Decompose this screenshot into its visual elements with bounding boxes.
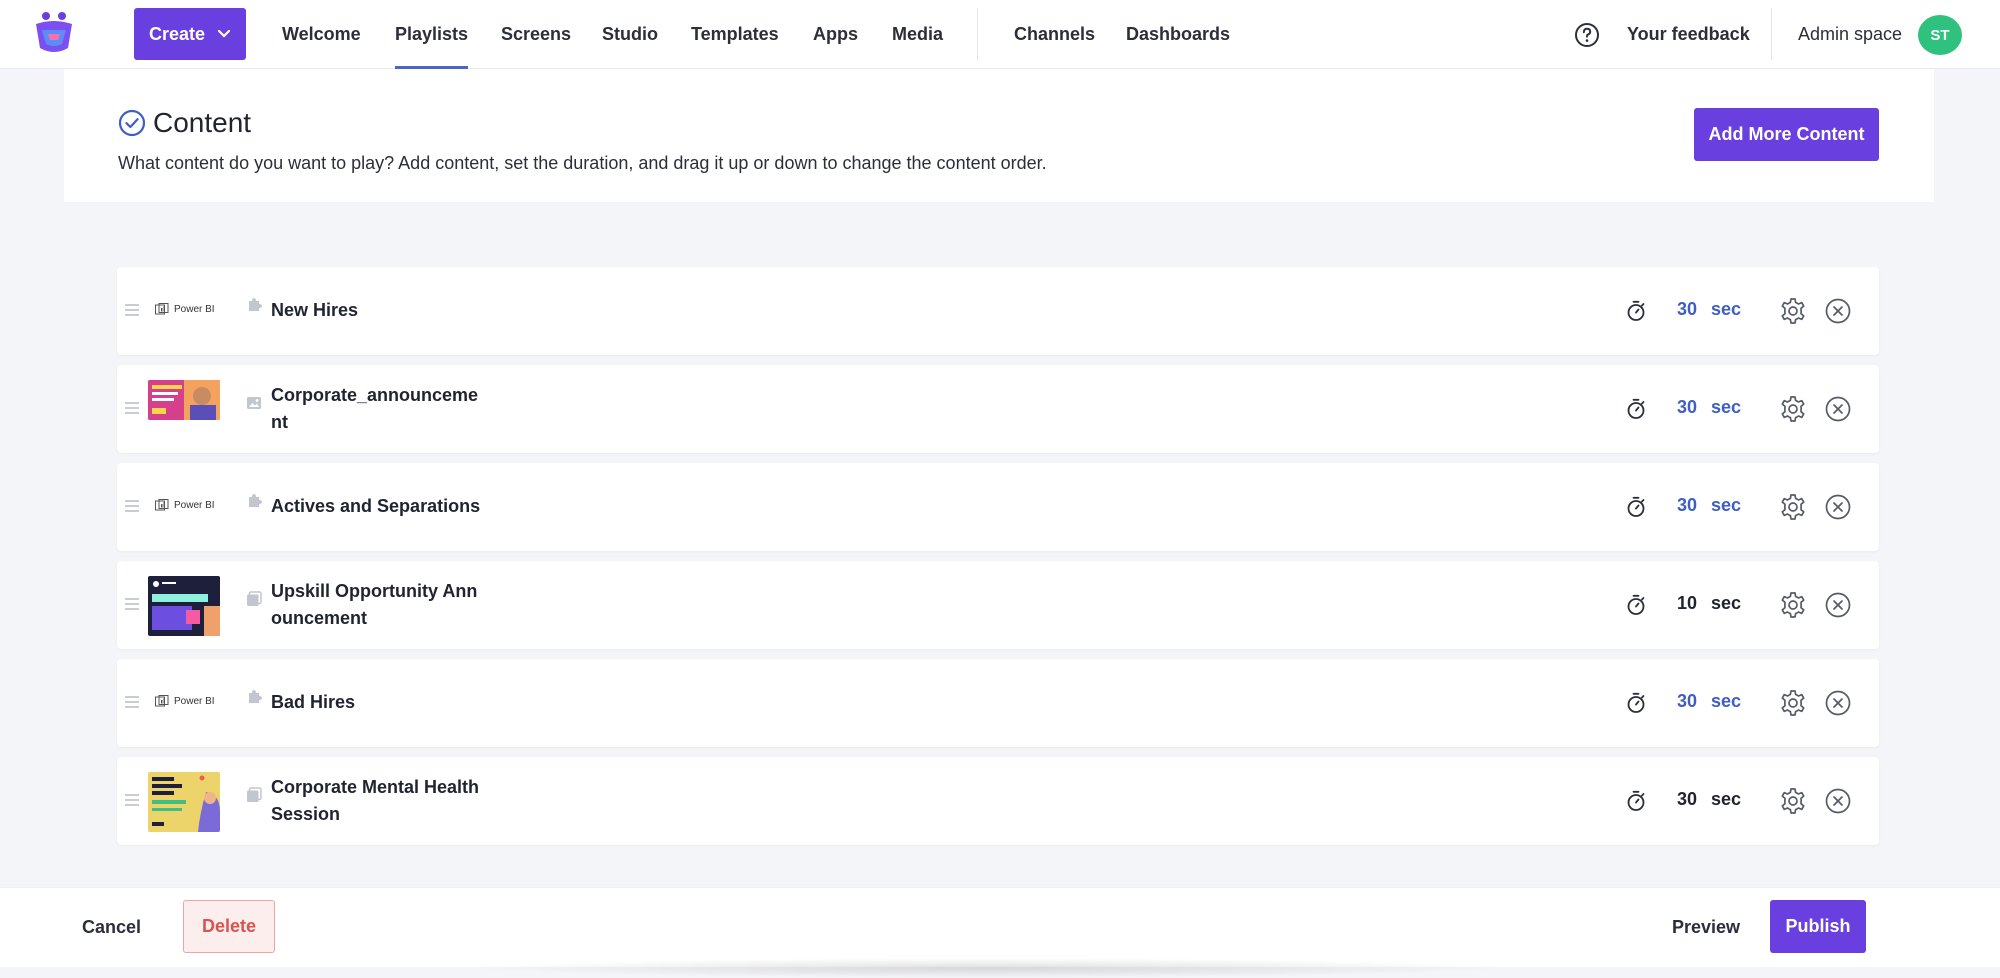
gear-icon[interactable] bbox=[1779, 493, 1807, 521]
drag-handle-icon[interactable] bbox=[125, 304, 139, 316]
nav-templates[interactable]: Templates bbox=[691, 0, 779, 69]
timer-icon bbox=[1627, 496, 1645, 517]
section-title: Content bbox=[153, 107, 252, 138]
section-description: What content do you want to play? Add co… bbox=[118, 153, 1047, 173]
cancel-button[interactable]: Cancel bbox=[82, 917, 141, 938]
duration-unit[interactable]: sec bbox=[1711, 299, 1741, 320]
timer-icon bbox=[1627, 594, 1645, 615]
content-row[interactable]: Power BI New Hires 30 sec bbox=[117, 267, 1879, 355]
preview-button[interactable]: Preview bbox=[1672, 917, 1740, 938]
timer-icon bbox=[1627, 398, 1645, 419]
chevron-down-icon bbox=[217, 29, 231, 38]
top-navigation: Create Welcome Playlists Screens Studio … bbox=[0, 0, 2000, 69]
app-logo-icon[interactable] bbox=[32, 10, 76, 56]
item-title[interactable]: Actives and Separations bbox=[271, 493, 551, 520]
thumbnail-label: Power BI bbox=[174, 499, 215, 511]
duration-value[interactable]: 30 bbox=[1677, 789, 1697, 810]
remove-circle-icon[interactable] bbox=[1825, 494, 1851, 520]
content-row[interactable]: Power BI Bad Hires 30 sec bbox=[117, 659, 1879, 747]
gear-icon[interactable] bbox=[1779, 395, 1807, 423]
puzzle-icon bbox=[249, 494, 262, 507]
powerbi-icon bbox=[155, 499, 169, 511]
powerbi-thumbnail: Power BI bbox=[155, 499, 215, 511]
image-icon bbox=[247, 397, 261, 409]
remove-circle-icon[interactable] bbox=[1825, 592, 1851, 618]
create-label: Create bbox=[148, 23, 206, 44]
timer-icon bbox=[1627, 790, 1645, 811]
duration-value[interactable]: 30 bbox=[1677, 299, 1697, 320]
thumbnail-label: Power BI bbox=[174, 303, 215, 315]
item-title[interactable]: Corporate_announcement bbox=[271, 382, 481, 436]
nav-apps[interactable]: Apps bbox=[813, 0, 858, 69]
duration-unit[interactable]: sec bbox=[1711, 495, 1741, 516]
duration-value[interactable]: 30 bbox=[1677, 691, 1697, 712]
image-thumbnail bbox=[148, 772, 220, 832]
content-row[interactable]: Upskill Opportunity Announcement 10 sec bbox=[117, 561, 1879, 649]
playlist-content-panel: Content What content do you want to play… bbox=[64, 69, 1934, 887]
delete-button[interactable]: Delete bbox=[183, 900, 275, 953]
drag-handle-icon[interactable] bbox=[125, 696, 139, 708]
avatar[interactable]: ST bbox=[1918, 15, 1962, 55]
powerbi-thumbnail: Power BI bbox=[155, 695, 215, 707]
content-header: Content What content do you want to play… bbox=[64, 69, 1934, 202]
timer-icon bbox=[1627, 692, 1645, 713]
nav-media[interactable]: Media bbox=[892, 0, 943, 69]
drag-handle-icon[interactable] bbox=[125, 500, 139, 512]
content-row[interactable]: Corporate_announcement 30 sec bbox=[117, 365, 1879, 453]
create-button[interactable]: Create bbox=[134, 8, 246, 60]
remove-circle-icon[interactable] bbox=[1825, 690, 1851, 716]
duration-unit[interactable]: sec bbox=[1711, 593, 1741, 614]
item-title[interactable]: Upskill Opportunity Announcement bbox=[271, 578, 481, 632]
footer-action-bar: Cancel Delete Preview Publish bbox=[0, 887, 2000, 978]
drag-handle-icon[interactable] bbox=[125, 402, 139, 414]
duration-unit[interactable]: sec bbox=[1711, 691, 1741, 712]
nav-studio[interactable]: Studio bbox=[602, 0, 658, 69]
duration-value[interactable]: 30 bbox=[1677, 495, 1697, 516]
nav-divider bbox=[1771, 8, 1772, 60]
gear-icon[interactable] bbox=[1779, 689, 1807, 717]
timer-icon bbox=[1627, 300, 1645, 321]
gear-icon[interactable] bbox=[1779, 591, 1807, 619]
puzzle-icon bbox=[249, 690, 262, 703]
remove-circle-icon[interactable] bbox=[1825, 396, 1851, 422]
duration-unit[interactable]: sec bbox=[1711, 789, 1741, 810]
space-selector[interactable]: Admin space bbox=[1798, 0, 1902, 69]
content-row[interactable]: Corporate Mental Health Session 30 sec bbox=[117, 757, 1879, 845]
template-icon bbox=[247, 591, 262, 606]
add-more-content-button[interactable]: Add More Content bbox=[1694, 108, 1879, 161]
powerbi-icon bbox=[155, 695, 169, 707]
check-circle-icon bbox=[118, 109, 146, 137]
footer-shadow bbox=[470, 958, 1510, 978]
nav-welcome[interactable]: Welcome bbox=[282, 0, 361, 69]
content-row[interactable]: Power BI Actives and Separations 30 sec bbox=[117, 463, 1879, 551]
thumbnail-label: Power BI bbox=[174, 695, 215, 707]
drag-handle-icon[interactable] bbox=[125, 598, 139, 610]
item-title[interactable]: New Hires bbox=[271, 297, 481, 324]
gear-icon[interactable] bbox=[1779, 787, 1807, 815]
gear-icon[interactable] bbox=[1779, 297, 1807, 325]
nav-dashboards[interactable]: Dashboards bbox=[1126, 0, 1230, 69]
powerbi-thumbnail: Power BI bbox=[155, 303, 215, 315]
image-thumbnail bbox=[148, 576, 220, 636]
help-icon[interactable] bbox=[1574, 22, 1600, 48]
puzzle-icon bbox=[249, 298, 262, 311]
image-thumbnail bbox=[148, 380, 220, 420]
nav-playlists[interactable]: Playlists bbox=[395, 0, 469, 69]
remove-circle-icon[interactable] bbox=[1825, 298, 1851, 324]
powerbi-icon bbox=[155, 303, 169, 315]
duration-value[interactable]: 30 bbox=[1677, 397, 1697, 418]
drag-handle-icon[interactable] bbox=[125, 794, 139, 806]
nav-screens[interactable]: Screens bbox=[501, 0, 571, 69]
remove-circle-icon[interactable] bbox=[1825, 788, 1851, 814]
nav-divider bbox=[977, 8, 978, 60]
feedback-link[interactable]: Your feedback bbox=[1627, 0, 1750, 69]
template-icon bbox=[247, 787, 262, 802]
duration-value[interactable]: 10 bbox=[1677, 593, 1697, 614]
item-title[interactable]: Bad Hires bbox=[271, 689, 481, 716]
duration-unit[interactable]: sec bbox=[1711, 397, 1741, 418]
nav-channels[interactable]: Channels bbox=[1014, 0, 1095, 69]
publish-button[interactable]: Publish bbox=[1770, 900, 1866, 953]
item-title[interactable]: Corporate Mental Health Session bbox=[271, 774, 481, 828]
